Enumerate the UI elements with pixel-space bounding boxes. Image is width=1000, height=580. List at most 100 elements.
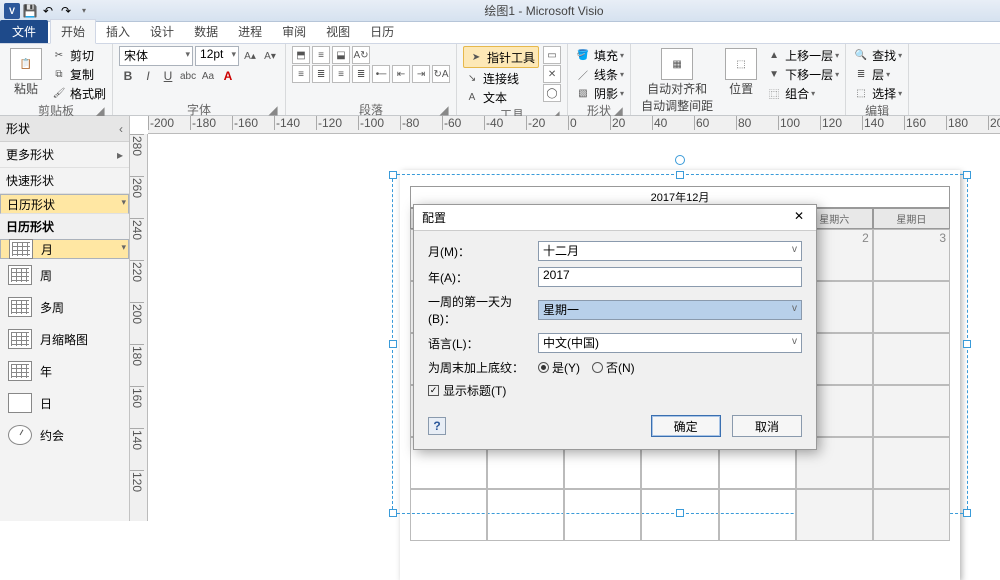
select-button[interactable]: ⬚选择▾ [852,84,902,102]
bullets-icon[interactable]: •─ [372,65,390,83]
bring-forward-button[interactable]: ▲上移一层▾ [765,46,839,64]
calendar-cell[interactable] [410,489,487,541]
shape-month[interactable]: 月 [0,239,129,259]
qat-dropdown-icon[interactable]: ▾ [76,3,92,19]
calendar-cell[interactable]: 3 [873,229,950,281]
find-button[interactable]: 🔍查找▾ [852,46,902,64]
copy-button[interactable]: ⧉复制 [50,65,106,83]
save-icon[interactable]: 💾 [22,3,38,19]
calendar-cell[interactable] [873,489,950,541]
align-bottom-icon[interactable]: ⬓ [332,46,350,64]
quick-shapes-item[interactable]: 快速形状 [0,168,129,194]
calendar-shapes-item[interactable]: 日历形状 [0,194,129,214]
calendar-cell[interactable] [873,385,950,437]
resize-handle-tr[interactable] [963,171,971,179]
month-select[interactable]: 十二月 [538,241,802,261]
ok-button[interactable]: 确定 [651,415,721,437]
connector-tool-button[interactable]: ↘连接线 [463,69,539,87]
calendar-cell[interactable] [796,489,873,541]
resize-handle-ml[interactable] [389,340,397,348]
tab-insert[interactable]: 插入 [96,20,140,43]
bold-button[interactable]: B [119,67,137,85]
cut-button[interactable]: ✂剪切 [50,46,106,64]
font-family-select[interactable]: 宋体 [119,46,193,66]
shadow-button[interactable]: ▧阴影▾ [574,84,624,102]
tab-file[interactable]: 文件 [0,20,48,43]
tab-review[interactable]: 审阅 [272,20,316,43]
resize-handle-bl[interactable] [389,509,397,517]
strike-button[interactable]: abc [179,67,197,85]
layer-button[interactable]: ≣层▾ [852,65,902,83]
shade-yes-radio[interactable]: 是(Y) [538,359,580,376]
calendar-cell[interactable] [873,333,950,385]
align-left-icon[interactable]: ≡ [292,65,310,83]
year-input[interactable]: 2017 [538,267,802,287]
resize-handle-tm[interactable] [676,171,684,179]
shape-month-thumb[interactable]: 月缩略图 [0,323,129,355]
align-middle-icon[interactable]: ≡ [312,46,330,64]
undo-icon[interactable]: ↶ [40,3,56,19]
case-button[interactable]: Aa [199,67,217,85]
shade-no-radio[interactable]: 否(N) [592,359,635,376]
paragraph-dialog-launcher[interactable]: ◢ [438,103,450,115]
align-right-icon[interactable]: ≡ [332,65,350,83]
line-button[interactable]: ／线条▾ [574,65,624,83]
language-select[interactable]: 中文(中国) [538,333,802,353]
resize-handle-tl[interactable] [389,171,397,179]
italic-button[interactable]: I [139,67,157,85]
clipboard-dialog-launcher[interactable]: ◢ [94,104,106,116]
text-tool-button[interactable]: A文本 [463,88,539,106]
rect-tool-icon[interactable]: ▭ [543,46,561,64]
group-button[interactable]: ⿴组合▾ [765,84,839,102]
tab-process[interactable]: 进程 [228,20,272,43]
font-dialog-launcher[interactable]: ◢ [267,103,279,115]
fill-button[interactable]: 🪣填充▾ [574,46,624,64]
align-top-icon[interactable]: ⬒ [292,46,310,64]
tab-data[interactable]: 数据 [184,20,228,43]
calendar-cell[interactable] [873,281,950,333]
shape-week[interactable]: 周 [0,259,129,291]
more-shapes-item[interactable]: 更多形状▸ [0,142,129,168]
decrease-font-icon[interactable]: A▾ [261,47,279,65]
calendar-cell[interactable] [719,489,796,541]
ellipse-tool-icon[interactable]: ◯ [543,84,561,102]
pointer-tool-button[interactable]: ➤指针工具 [463,46,539,68]
shape-appointment[interactable]: 约会 [0,419,129,451]
font-color-button[interactable]: A [219,67,237,85]
paste-button[interactable]: 📋 粘贴 [6,46,46,99]
cancel-button[interactable]: 取消 [732,415,802,437]
firstday-select[interactable]: 星期一 [538,300,802,320]
shape-day[interactable]: 日 [0,387,129,419]
tab-calendar[interactable]: 日历 [360,20,404,43]
freeform-tool-icon[interactable]: ✕ [543,65,561,83]
orientation-icon[interactable]: A↻ [352,46,370,64]
underline-button[interactable]: U [159,67,177,85]
dialog-titlebar[interactable]: 配置 ✕ [414,205,816,231]
tab-design[interactable]: 设计 [140,20,184,43]
tab-view[interactable]: 视图 [316,20,360,43]
calendar-cell[interactable] [641,489,718,541]
calendar-cell[interactable] [564,489,641,541]
align-center-icon[interactable]: ≣ [312,65,330,83]
resize-handle-mr[interactable] [963,340,971,348]
shape-multiweek[interactable]: 多周 [0,291,129,323]
calendar-cell[interactable] [873,437,950,489]
auto-align-button[interactable]: ▦ 自动对齐和 自动调整间距 [637,46,717,116]
resize-handle-br[interactable] [963,509,971,517]
tab-home[interactable]: 开始 [50,19,96,44]
indent-inc-icon[interactable]: ⇥ [412,65,430,83]
rotate-text-icon[interactable]: ↻A [432,65,450,83]
justify-icon[interactable]: ≣ [352,65,370,83]
show-title-checkbox[interactable]: ✓显示标题(T) [428,382,506,399]
indent-dec-icon[interactable]: ⇤ [392,65,410,83]
position-button[interactable]: ⬚ 位置 [721,46,761,99]
shapes-header[interactable]: 形状‹ [0,116,129,142]
shape-year[interactable]: 年 [0,355,129,387]
shape-dialog-launcher[interactable]: ◢ [612,104,624,116]
send-backward-button[interactable]: ▼下移一层▾ [765,65,839,83]
calendar-cell[interactable] [487,489,564,541]
close-icon[interactable]: ✕ [790,209,808,226]
format-painter-button[interactable]: 🖌格式刷 [50,84,106,102]
help-icon[interactable]: ? [428,417,446,435]
rotation-handle[interactable] [675,155,685,165]
